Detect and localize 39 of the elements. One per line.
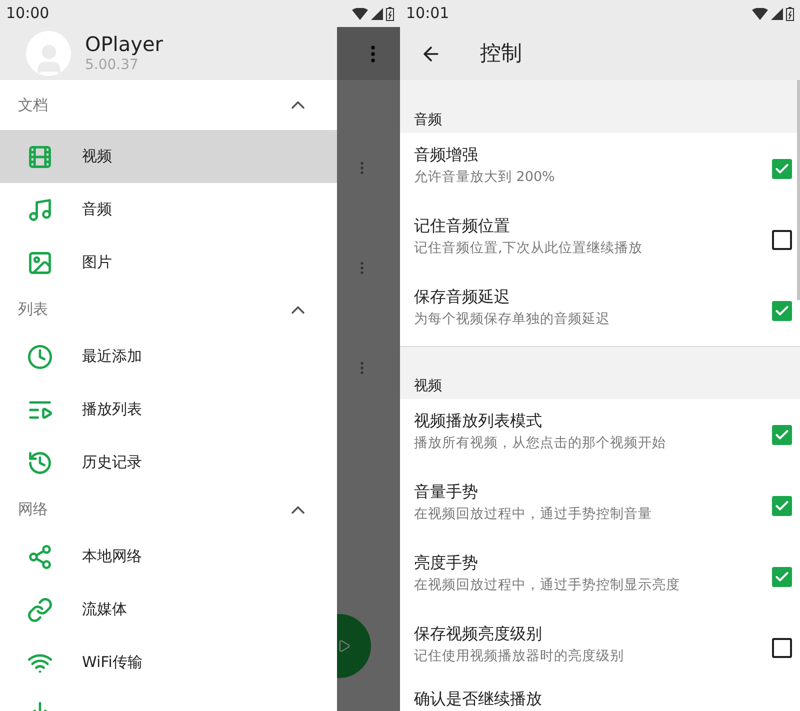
- settings-row[interactable]: 保存音频延迟 为每个视频保存单独的音频延迟: [400, 275, 800, 346]
- settings-row[interactable]: 亮度手势 在视频回放过程中，通过手势控制显示亮度: [400, 541, 800, 612]
- wifi-signal-icon: [352, 8, 368, 20]
- settings-row[interactable]: 音量手势 在视频回放过程中，通过手势控制音量: [400, 470, 800, 541]
- cell-signal-icon: [371, 8, 383, 20]
- music-note-icon: [27, 196, 53, 222]
- checkbox[interactable]: [772, 496, 792, 516]
- history-icon: [27, 450, 53, 476]
- share-icon: [27, 544, 53, 570]
- checkbox[interactable]: [772, 230, 792, 250]
- checkbox[interactable]: [772, 566, 792, 586]
- clock-icon: [27, 344, 53, 370]
- checkbox[interactable]: [772, 638, 792, 658]
- app-name: OPlayer: [85, 32, 163, 58]
- status-time: 10:00: [6, 3, 50, 24]
- battery-icon: [386, 6, 394, 20]
- section-header[interactable]: 列表: [0, 289, 337, 330]
- drawer-item[interactable]: 视频: [0, 130, 337, 183]
- checkbox[interactable]: [772, 424, 792, 444]
- status-time: 10:01: [406, 3, 450, 24]
- battery-icon: [786, 6, 794, 20]
- wifi-signal-icon: [752, 8, 768, 20]
- settings-row[interactable]: 确认是否继续播放: [400, 683, 800, 711]
- section-title: 音频: [414, 111, 442, 130]
- film-icon: [27, 144, 53, 170]
- checkbox[interactable]: [772, 158, 792, 178]
- cell-signal-icon: [771, 8, 783, 20]
- app-version: 5.00.37: [85, 57, 140, 75]
- toolbar-title: 控制: [480, 40, 522, 67]
- section-title: 视频: [414, 377, 442, 396]
- settings-row[interactable]: 视频播放列表模式 播放所有视频，从您点击的那个视频开始: [400, 399, 800, 470]
- settings-row[interactable]: 音频增强 允许音量放大到 200%: [400, 133, 800, 204]
- settings-row[interactable]: 保存视频亮度级别 记住使用视频播放器时的亮度级别: [400, 612, 800, 683]
- image-icon: [27, 250, 53, 276]
- section-header[interactable]: 网络: [0, 489, 337, 530]
- checkbox[interactable]: [772, 300, 792, 320]
- link-icon: [27, 596, 53, 622]
- section-header[interactable]: 文档: [0, 80, 337, 130]
- settings-row[interactable]: 记住音频位置 记住音频位置,下次从此位置继续播放: [400, 204, 800, 275]
